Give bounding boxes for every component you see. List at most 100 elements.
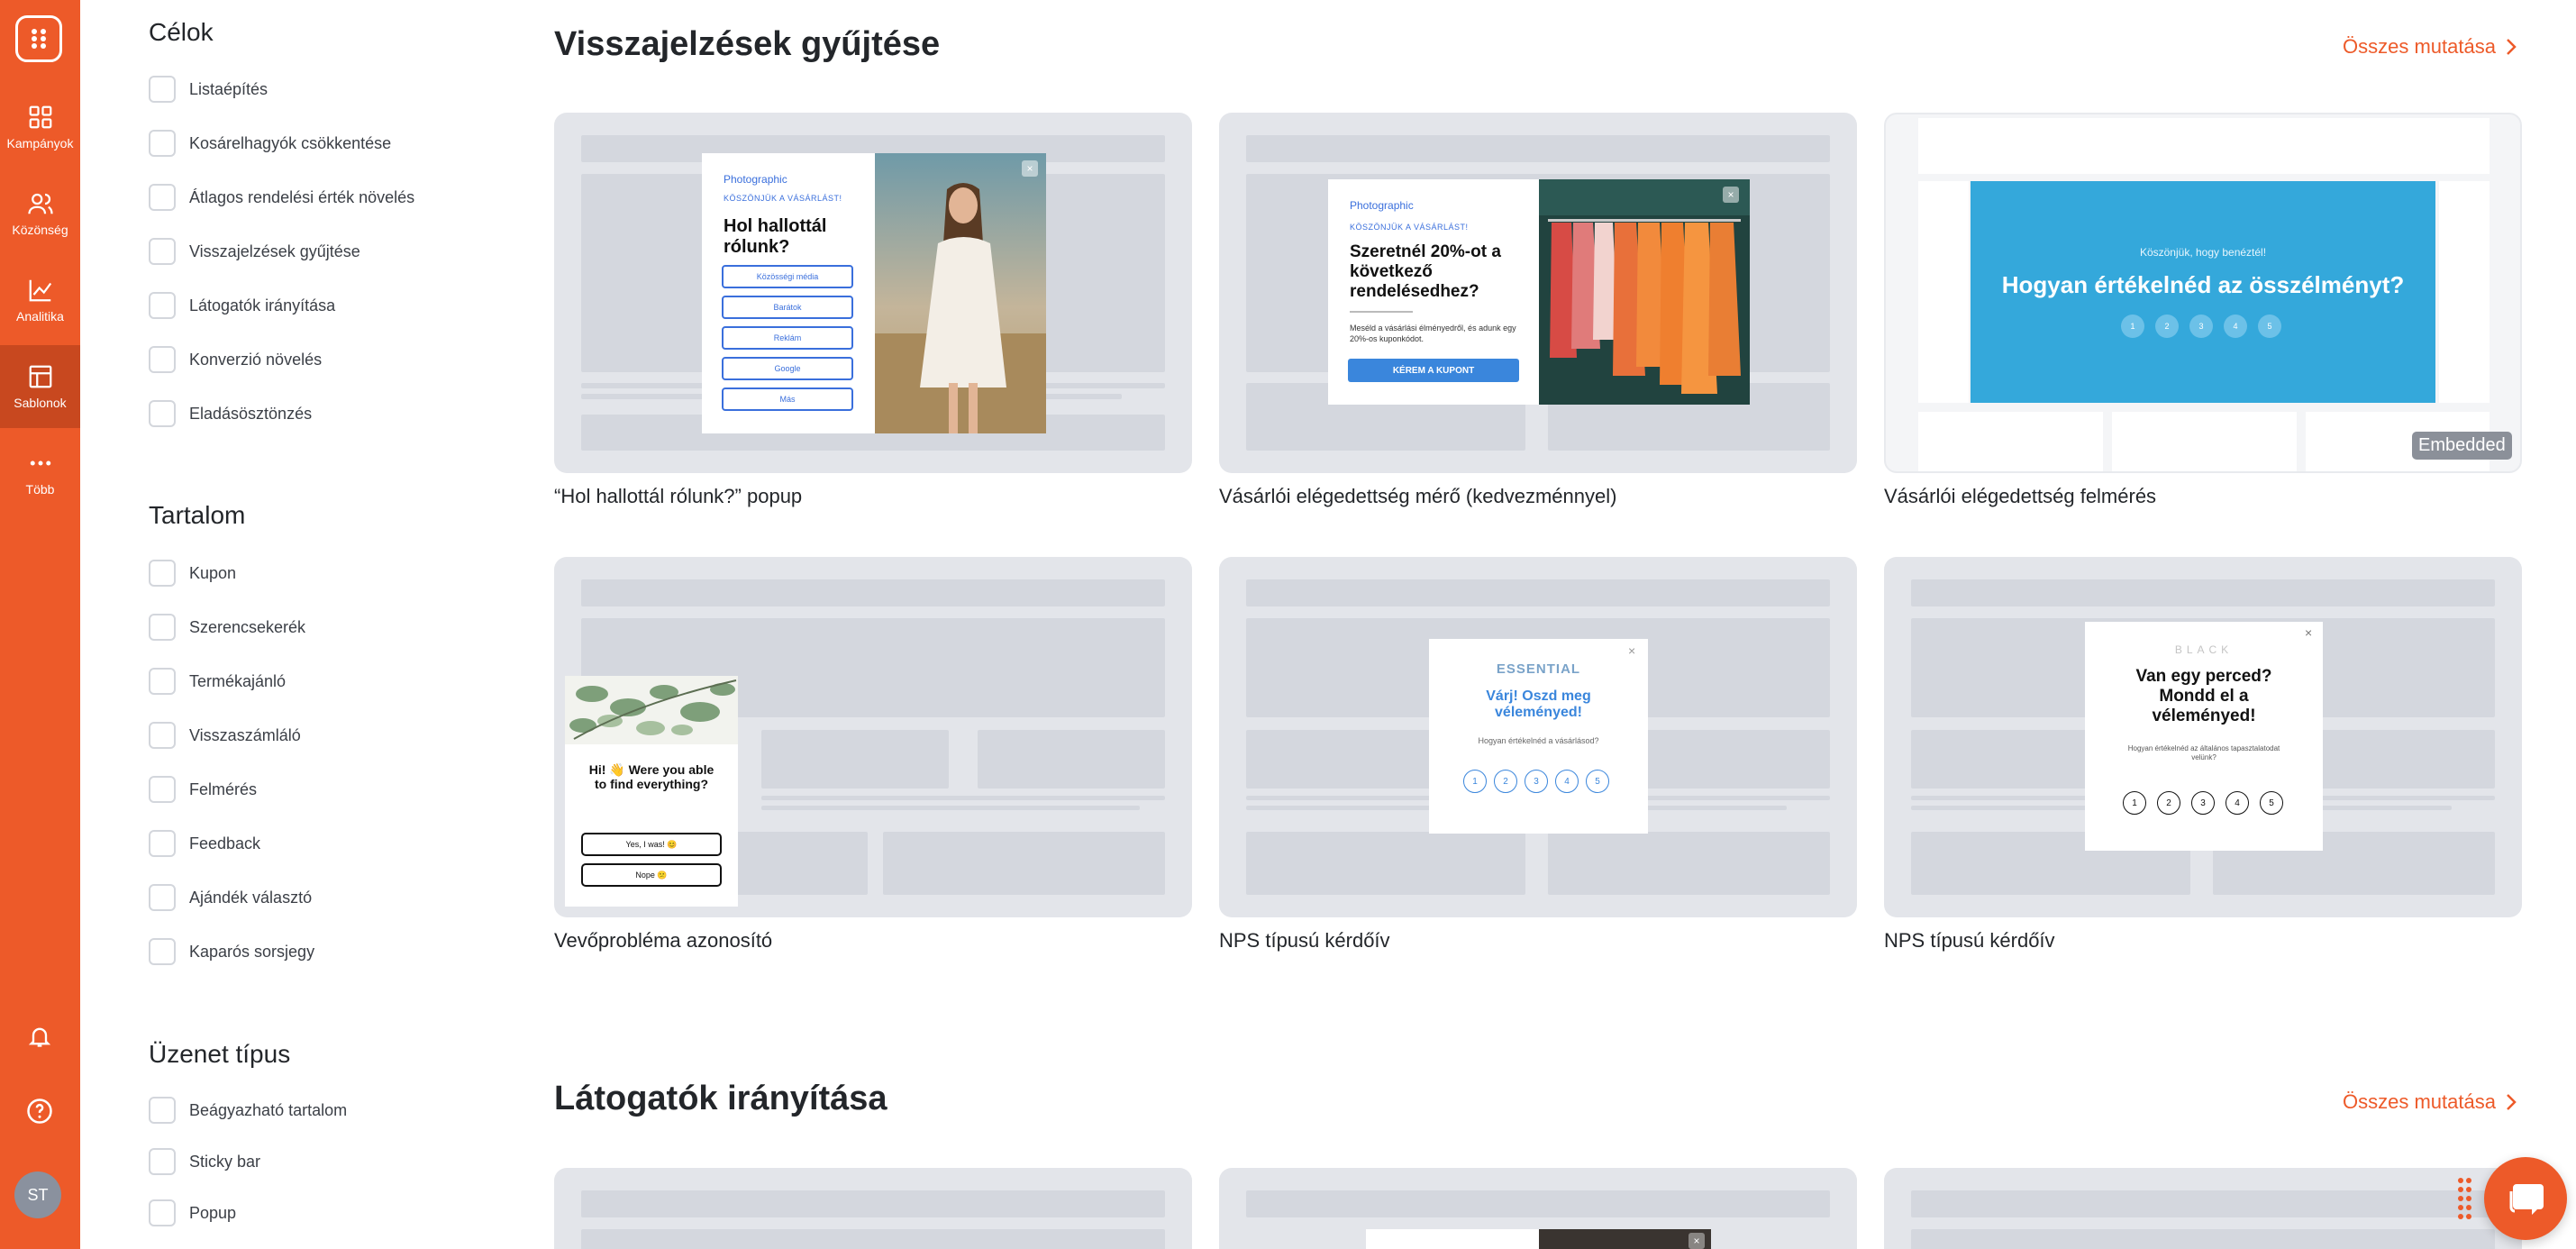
nps-circle: 4 [2226,791,2249,815]
checkbox[interactable] [149,776,176,803]
template-card[interactable]: ESSENTIAL Várj! Oszd meg véleményed! Hog… [1219,557,1857,917]
filter-option[interactable]: Beágyazható tartalom [149,1095,347,1126]
close-icon: × [1628,643,1636,658]
chat-button[interactable] [2484,1157,2567,1240]
checkbox[interactable] [149,1199,176,1226]
rating-dot: 5 [2258,315,2281,338]
nps-circle: 1 [2123,791,2146,815]
template-card[interactable]: Köszönjük, hogy benéztél! Hogyan értékel… [1884,113,2522,473]
filter-option-label: Eladásösztönzés [189,404,313,423]
preview-coupon-button: KÉREM A KUPONT [1348,359,1519,382]
preview-kicker: KÖSZÖNJÜK A VÁSÁRLÁST! [1350,223,1469,232]
close-icon: × [1022,160,1038,177]
filter-option[interactable]: Konverzió növelés [149,344,322,375]
checkbox[interactable] [149,184,176,211]
filter-option[interactable]: Felmérés [149,774,257,805]
show-all-link[interactable]: Összes mutatása [2343,1084,2517,1120]
help-icon[interactable] [22,1093,58,1129]
template-card[interactable]: × [1219,1168,1857,1249]
app-logo-icon[interactable] [15,15,62,62]
filter-option[interactable]: Popup [149,1198,236,1228]
rating-dot: 2 [2155,315,2179,338]
filter-option-label: Konverzió növelés [189,350,323,369]
checkbox[interactable] [149,1097,176,1124]
filter-option[interactable]: Kupon [149,558,236,588]
checkbox[interactable] [149,830,176,857]
checkbox[interactable] [149,292,176,319]
section-title: Visszajelzések gyűjtése [554,25,941,63]
close-icon: × [1723,187,1739,203]
drag-handle-icon[interactable] [2457,1177,2473,1220]
template-card[interactable] [554,1168,1192,1249]
preview-option: Közösségi média [722,265,853,288]
checkbox[interactable] [149,560,176,587]
popup-preview: BLACK Van egy perced? Mondd el a vélemén… [2085,622,2323,851]
popup-preview: × [1366,1229,1711,1249]
preview-headline: Hol hallottál rólunk? [724,216,827,257]
filter-option-label: Látogatók irányítása [189,296,336,315]
preview-option: Reklám [722,326,853,350]
rail-item-audience[interactable]: Közönség [0,172,80,255]
filter-option-label: Sticky bar [189,1152,261,1171]
filter-option-label: Ajándék választó [189,888,313,907]
popup-preview: Photographic KÖSZÖNJÜK A VÁSÁRLÁST! Hol … [702,153,1046,433]
filter-option[interactable]: Látogatók irányítása [149,290,335,321]
nps-circle: 5 [1586,770,1609,793]
filter-option[interactable]: Feedback [149,828,260,859]
rail-item-analytics[interactable]: Analitika [0,259,80,342]
rating-dot: 4 [2224,315,2247,338]
template-card-caption: NPS típusú kérdőív [1884,929,2055,952]
filter-option[interactable]: Termékajánló [149,666,286,697]
nps-circle: 2 [2157,791,2180,815]
rail-item-campaigns[interactable]: Kampányok [0,86,80,169]
preview-headline: Várj! Oszd meg véleményed! [1486,688,1591,721]
template-card[interactable]: Photographic KÖSZÖNJÜK A VÁSÁRLÁST! Hol … [554,113,1192,473]
filter-option[interactable]: Szerencsekerék [149,612,305,643]
checkbox[interactable] [149,346,176,373]
filter-sidebar: Célok Listaépítés Kosárelhagyók csökkent… [80,0,531,1249]
template-card[interactable] [1884,1168,2522,1249]
popup-preview: Photographic KÖSZÖNJÜK A VÁSÁRLÁST! Szer… [1328,179,1750,405]
filter-option[interactable]: Eladásösztönzés [149,398,312,429]
filter-option[interactable]: Kosárelhagyók csökkentése [149,128,391,159]
checkbox[interactable] [149,1148,176,1175]
rating-dot: 3 [2189,315,2213,338]
filter-option[interactable]: Listaépítés [149,74,268,105]
popup-photo-image [1539,1229,1711,1249]
filter-option[interactable]: Ajándék választó [149,882,312,913]
filter-option[interactable]: Visszaszámláló [149,720,301,751]
filter-option[interactable]: Kaparós sorsjegy [149,936,314,967]
checkbox[interactable] [149,614,176,641]
filter-option[interactable]: Visszajelzések gyűjtése [149,236,360,267]
filter-option-label: Átlagos rendelési érték növelés [189,187,415,206]
preview-headline: Van egy perced? Mondd el a véleményed! [2135,667,2272,725]
filter-option[interactable]: Sticky bar [149,1146,260,1177]
checkbox[interactable] [149,130,176,157]
preview-headline: Hogyan értékelnéd az összélményt? [2001,271,2405,298]
avatar[interactable]: ST [14,1172,61,1218]
show-all-link[interactable]: Összes mutatása [2343,29,2517,65]
checkbox[interactable] [149,76,176,103]
preview-brand: Photographic [1350,199,1414,212]
template-card-caption: Vásárlói elégedettség felmérés [1884,485,2157,507]
template-card[interactable]: Hi! 👋 Were you able to find everything? … [554,557,1192,917]
checkbox[interactable] [149,668,176,695]
checkbox[interactable] [149,400,176,427]
bell-icon[interactable] [22,1018,58,1054]
filter-option[interactable]: Átlagos rendelési érték növelés [149,182,414,213]
checkbox[interactable] [149,722,176,749]
checkbox[interactable] [149,238,176,265]
rail-item-more[interactable]: Több [0,432,80,515]
preview-option: Yes, I was! 😊 [581,833,722,856]
checkbox[interactable] [149,884,176,911]
section-title: Látogatók irányítása [554,1080,887,1117]
chevron-right-icon [2507,39,2517,55]
template-card[interactable]: BLACK Van egy perced? Mondd el a vélemén… [1884,557,2522,917]
nps-circle: 3 [1525,770,1548,793]
template-card[interactable]: Photographic KÖSZÖNJÜK A VÁSÁRLÁST! Szer… [1219,113,1857,473]
embedded-preview: Köszönjük, hogy benéztél! Hogyan értékel… [1971,181,2435,403]
filter-heading-goals: Célok [149,18,214,46]
checkbox[interactable] [149,938,176,965]
rail-item-templates[interactable]: Sablonok [0,345,80,428]
preview-kicker: Köszönjük, hogy benéztél! [2139,246,2267,259]
